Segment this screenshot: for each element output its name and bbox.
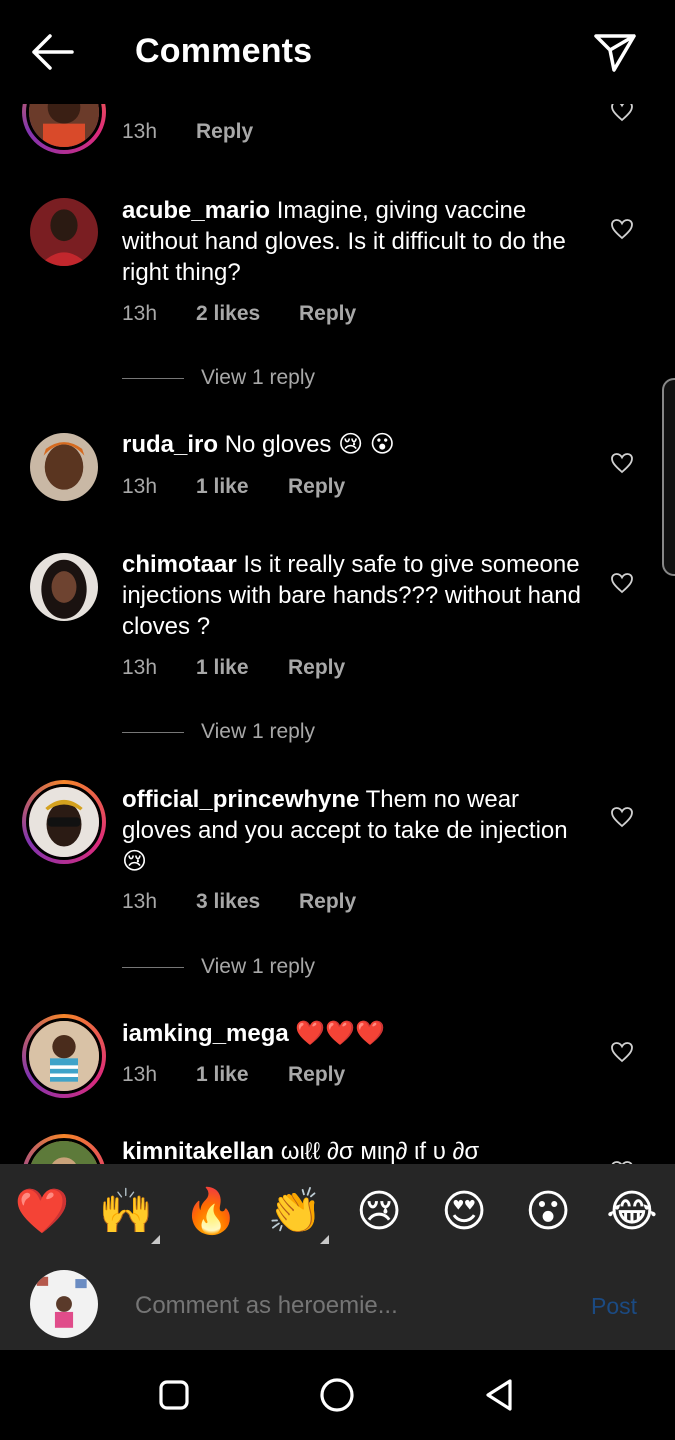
reply-button[interactable]: Reply xyxy=(299,890,356,914)
heart-outline-icon[interactable] xyxy=(610,104,634,122)
emoji-glyph: 🙌 xyxy=(98,1186,154,1237)
avatar[interactable] xyxy=(30,433,98,501)
square-recents-icon[interactable] xyxy=(152,1373,196,1417)
heart-outline-icon[interactable] xyxy=(610,218,634,240)
avatar[interactable] xyxy=(22,1134,106,1164)
comment-text: ❤️❤️❤️ xyxy=(288,1020,386,1047)
skin-tone-indicator-icon xyxy=(151,1235,160,1244)
heart-outline-icon[interactable] xyxy=(610,1041,634,1063)
reply-button[interactable]: Reply xyxy=(196,120,253,144)
comment-time: 13h xyxy=(122,302,158,325)
system-nav-bar xyxy=(0,1350,675,1440)
avatar[interactable] xyxy=(30,198,98,266)
emoji-clap-button[interactable]: 👏 xyxy=(267,1184,329,1244)
avatar[interactable] xyxy=(22,780,106,864)
comment-composer: Post xyxy=(0,1260,675,1350)
circle-home-icon[interactable] xyxy=(315,1373,359,1417)
comment-time: 13h xyxy=(122,475,158,498)
comment-text: ωιℓℓ ∂σ мιη∂ ιf υ ∂σ xyxy=(274,1138,480,1164)
emoji-surprised-button[interactable]: 😮 xyxy=(520,1184,576,1240)
comment-time: 13h xyxy=(122,890,158,913)
comment-body: acube_mario Imagine, giving vaccine with… xyxy=(122,195,582,288)
view-replies-label: View 1 reply xyxy=(201,955,316,978)
heart-outline-icon[interactable] xyxy=(610,806,634,828)
paper-plane-icon[interactable] xyxy=(592,30,638,74)
emoji-heart-eyes-button[interactable]: 😍 xyxy=(436,1184,492,1240)
heart-outline-icon[interactable] xyxy=(610,572,634,594)
divider xyxy=(122,967,184,968)
avatar[interactable] xyxy=(22,1014,106,1098)
like-count[interactable]: 1 like xyxy=(196,1063,249,1087)
current-user-avatar xyxy=(30,1270,98,1338)
comment-body: ruda_iro No gloves 😢 😮 xyxy=(122,429,582,460)
divider xyxy=(122,732,184,733)
comment-username[interactable]: kimnitakellan xyxy=(122,1138,274,1164)
skin-tone-indicator-icon xyxy=(320,1235,329,1244)
comment-input[interactable] xyxy=(135,1290,565,1322)
comment-username[interactable]: acube_mario xyxy=(122,197,270,224)
emoji-heart-button[interactable]: ❤️ xyxy=(14,1184,70,1240)
comment-body: official_princewhyne Them no wear gloves… xyxy=(122,784,582,877)
comment-text: No gloves 😢 😮 xyxy=(218,431,395,458)
comment-body: iamking_mega ❤️❤️❤️ xyxy=(122,1018,582,1049)
emoji-laughing-button[interactable]: 😂 xyxy=(604,1184,660,1240)
view-replies-label: View 1 reply xyxy=(201,720,316,743)
comment-body: chimotaar Is it really safe to give some… xyxy=(122,549,582,642)
emoji-raised-hands-button[interactable]: 🙌 xyxy=(98,1184,160,1244)
like-count[interactable]: 1 like xyxy=(196,656,249,680)
comment-username[interactable]: chimotaar xyxy=(122,551,237,578)
reply-button[interactable]: Reply xyxy=(299,302,356,326)
arrow-left-icon[interactable] xyxy=(28,30,76,74)
emoji-glyph: 👏 xyxy=(267,1186,323,1237)
reply-button[interactable]: Reply xyxy=(288,1063,345,1087)
heart-outline-icon[interactable] xyxy=(610,452,634,474)
like-count[interactable]: 1 like xyxy=(196,475,249,499)
comment-username[interactable]: iamking_mega xyxy=(122,1020,289,1047)
view-replies-label: View 1 reply xyxy=(201,366,316,389)
scrollbar-handle[interactable] xyxy=(662,378,675,576)
emoji-crying-button[interactable]: 😢 xyxy=(351,1184,407,1240)
like-count[interactable]: 2 likes xyxy=(196,302,260,326)
comment-username[interactable]: ruda_iro xyxy=(122,431,218,458)
post-button[interactable]: Post xyxy=(591,1293,637,1320)
like-count[interactable]: 3 likes xyxy=(196,890,260,914)
emoji-fire-button[interactable]: 🔥 xyxy=(183,1184,239,1240)
quick-emoji-bar: ❤️ 🙌 🔥 👏 😢 😍 😮 😂 xyxy=(0,1164,675,1260)
triangle-back-icon[interactable] xyxy=(478,1373,522,1417)
comment-username[interactable]: official_princewhyne xyxy=(122,786,359,813)
reply-button[interactable]: Reply xyxy=(288,656,345,680)
avatar[interactable] xyxy=(30,553,98,621)
comment-time: 13h xyxy=(122,1063,158,1086)
comments-list[interactable]: 13h Reply acube_mario Imagine, giving va… xyxy=(0,104,675,1164)
app-header: Comments xyxy=(0,0,675,104)
comment-body: kimnitakellan ωιℓℓ ∂σ мιη∂ ιf υ ∂σ xyxy=(122,1136,582,1164)
avatar[interactable] xyxy=(22,104,106,154)
comment-time: 13h xyxy=(122,656,158,679)
page-title: Comments xyxy=(135,32,313,70)
reply-button[interactable]: Reply xyxy=(288,475,345,499)
divider xyxy=(122,378,184,379)
comment-time: 13h xyxy=(122,120,158,143)
